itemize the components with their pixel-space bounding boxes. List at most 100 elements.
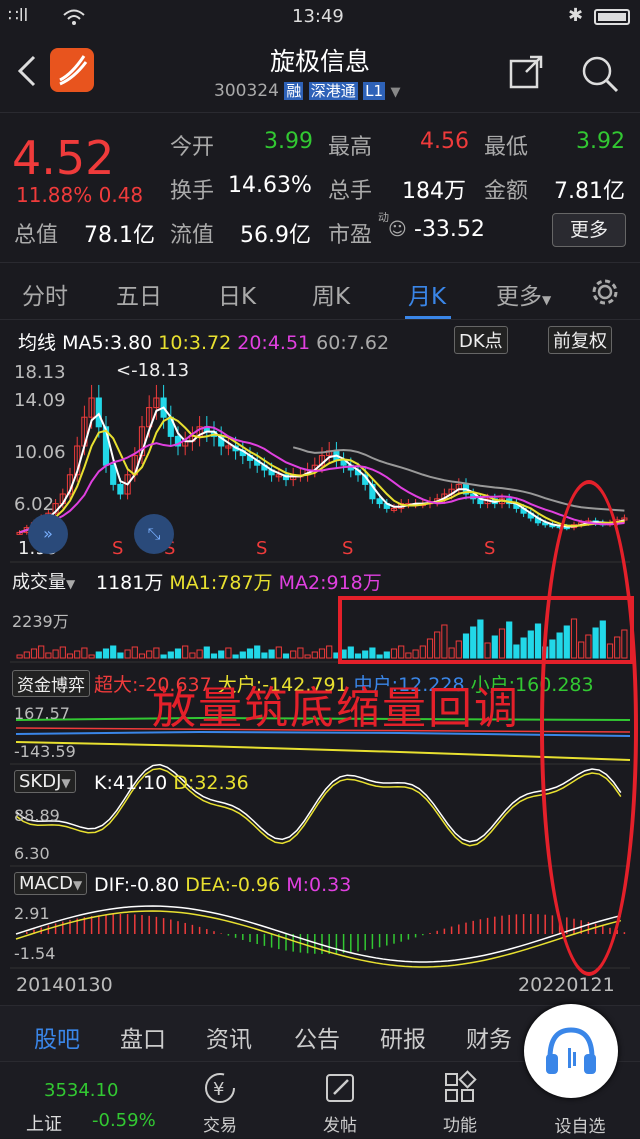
battery-icon — [594, 9, 630, 25]
volume-bar — [124, 649, 131, 659]
function-button[interactable]: 功能 — [410, 1070, 510, 1136]
y-tick-10: 10.06 — [14, 442, 66, 463]
annotation-text: 放量筑底缩量回调 — [152, 683, 520, 734]
change-percent: 11.88% — [16, 183, 93, 207]
tab-weekly-k[interactable]: 周K — [312, 277, 350, 311]
last-price: 4.52 — [12, 131, 115, 185]
audio-button[interactable] — [524, 1004, 618, 1098]
volume-bar — [117, 652, 124, 659]
chevron-down-icon[interactable]: ▼ — [390, 85, 400, 100]
candle-body — [117, 483, 124, 495]
macd-dif: DIF:-0.80 — [94, 874, 180, 896]
more-button[interactable]: 更多 — [552, 213, 626, 247]
candle-body — [95, 397, 102, 428]
date-start: 20140130 — [16, 974, 113, 996]
volume-bar — [81, 647, 88, 659]
volume-bar — [210, 653, 218, 659]
volume-bar — [45, 652, 52, 659]
volume-bar — [189, 652, 196, 659]
tab-forum[interactable]: 股吧 — [34, 1020, 80, 1054]
tab-more[interactable]: 更多▼ — [496, 277, 551, 311]
high-value: 4.56 — [420, 129, 469, 154]
info-icon[interactable]: ☺ — [388, 219, 407, 240]
low-label: 最低 — [484, 135, 529, 160]
tab-news[interactable]: 资讯 — [206, 1020, 252, 1054]
volume-indicator-button[interactable]: 成交量▼ — [12, 568, 75, 594]
wifi-icon — [63, 9, 85, 25]
volume-bar — [182, 645, 189, 659]
volume-bar — [290, 650, 297, 659]
post-button[interactable]: 发帖 — [290, 1070, 390, 1136]
fullscreen-icon[interactable]: ⤡ — [134, 514, 174, 554]
sell-mark: S — [256, 538, 268, 559]
yen-icon: ¥ — [205, 1073, 235, 1103]
caret-down-icon: ▼ — [66, 577, 76, 591]
high-label: 最高 — [328, 135, 373, 160]
price-change: 11.88% 0.48 — [16, 183, 143, 207]
change-amount: 0.48 — [98, 183, 144, 207]
volume-bar — [326, 645, 333, 659]
volume-bar — [311, 651, 318, 659]
volume-bar — [275, 646, 282, 659]
kline-chart-area[interactable]: 均线 MA5:3.80 10:3.72 20:4.51 60:7.62 DK点 … — [0, 322, 640, 1002]
level-badge[interactable]: L1 — [363, 82, 386, 100]
period-tabs: 分时 五日 日K 周K 月K 更多▼ — [0, 262, 640, 320]
macd-legend: DIF:-0.80 DEA:-0.96 M:0.33 — [94, 874, 351, 896]
tab-research[interactable]: 研报 — [380, 1020, 426, 1054]
volume-bar — [59, 646, 66, 659]
add-watchlist-button[interactable]: 设自选 — [530, 1112, 630, 1137]
low-value: 3.92 — [576, 129, 625, 154]
macd-dea: DEA:-0.96 — [185, 874, 281, 896]
volume-bar — [239, 651, 246, 659]
clock: 13:49 — [292, 6, 344, 27]
add-watchlist-label: 设自选 — [554, 1117, 606, 1137]
index-ticker[interactable]: 3534.10 上证 -0.59% — [0, 1062, 160, 1139]
turnover-value: 14.63% — [228, 173, 312, 198]
index-value: 3534.10 — [44, 1080, 119, 1101]
share-icon[interactable] — [508, 54, 544, 90]
skdj-button[interactable]: SKDJ▼ — [14, 770, 76, 793]
volume-bar — [174, 648, 182, 659]
tab-financials[interactable]: 财务 — [466, 1020, 512, 1054]
open-label: 今开 — [170, 135, 215, 160]
function-label: 功能 — [443, 1116, 477, 1136]
volume-bar — [102, 648, 110, 659]
macd-button[interactable]: MACD▼ — [14, 872, 88, 895]
amount-value: 7.81亿 — [554, 179, 625, 204]
sell-mark: S — [112, 538, 124, 559]
tab-order-book[interactable]: 盘口 — [120, 1020, 166, 1054]
macd-label: MACD — [19, 873, 73, 894]
nav-bar: 旋极信息 300324 融 深港通 L1 ▼ — [0, 34, 640, 110]
fund-big-line — [15, 741, 631, 761]
volume-bar — [246, 648, 254, 659]
index-change: -0.59% — [92, 1110, 156, 1131]
macd-m: M:0.33 — [286, 874, 352, 896]
volume-bar — [153, 647, 160, 659]
stock-code: 300324 — [214, 81, 279, 101]
skdj-y-tick-top: 88.89 — [14, 806, 60, 825]
tab-daily-k[interactable]: 日K — [218, 277, 256, 311]
pe-value: -33.52 — [414, 217, 485, 242]
headphones-icon — [546, 1027, 596, 1074]
gear-icon[interactable] — [590, 277, 620, 307]
float-label: 流值 — [170, 223, 215, 248]
search-icon[interactable] — [580, 54, 620, 94]
date-end: 20220121 — [518, 974, 615, 996]
connect-badge: 深港通 — [308, 82, 358, 100]
volume-bar — [88, 654, 95, 659]
volume-bar — [52, 649, 59, 659]
expand-icon[interactable]: » — [28, 514, 68, 554]
trade-button[interactable]: ¥ 交易 — [170, 1070, 270, 1136]
tab-intraday[interactable]: 分时 — [22, 277, 68, 311]
fund-game-button[interactable]: 资金博弈 — [12, 670, 90, 697]
volume-bar — [318, 648, 326, 659]
tab-announcements[interactable]: 公告 — [294, 1020, 340, 1054]
open-value: 3.99 — [264, 129, 313, 154]
tab-five-day[interactable]: 五日 — [116, 277, 162, 311]
volume-bar — [268, 649, 275, 659]
volume-bar — [254, 645, 261, 659]
volume-indicator-label: 成交量 — [12, 572, 66, 593]
skdj-k: K:41.10 — [94, 772, 168, 794]
tab-monthly-k[interactable]: 月K — [408, 277, 446, 311]
macd-y-tick-top: 2.91 — [14, 904, 50, 923]
